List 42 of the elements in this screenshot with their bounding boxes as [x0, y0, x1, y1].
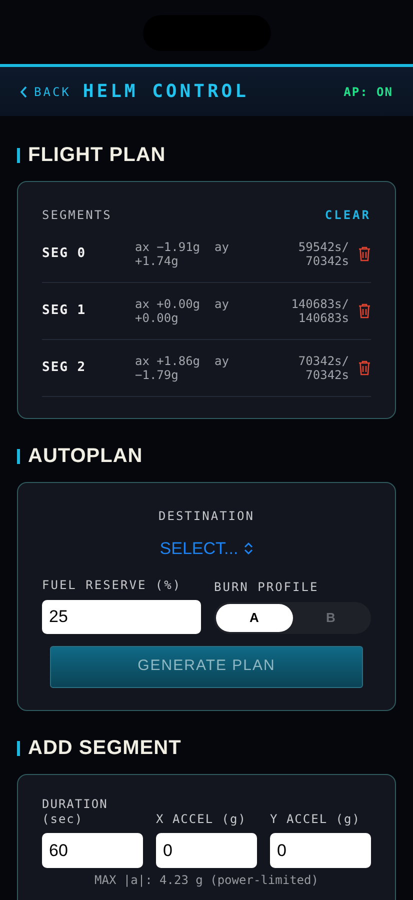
segment-time: 140683s/ 140683s — [290, 297, 349, 325]
segment-name: SEG 0 — [42, 245, 88, 264]
delete-button[interactable] — [358, 303, 371, 319]
screen-title: HELM CONTROL — [82, 80, 249, 104]
segment-tab[interactable]: A — [216, 604, 292, 632]
destination-picker[interactable]: SELECT... — [160, 536, 254, 562]
autopilot-status: AP: ON — [344, 84, 393, 100]
list-label: SEGMENTS — [42, 207, 112, 224]
number-input[interactable]: 0 — [270, 833, 371, 868]
field-label: X ACCEL (g) — [156, 812, 248, 827]
acceleration-limit-note: MAX |a|: 4.23 g (power-limited) — [94, 873, 320, 887]
segment-time: 59542s/ 70342s — [297, 240, 349, 268]
trash-icon — [358, 246, 371, 262]
section-title: ADD SEGMENT — [28, 738, 182, 758]
segment-acceleration: ax −1.91g ay +1.74g — [135, 240, 230, 268]
field-label: Y ACCEL (g) — [270, 812, 362, 827]
back-button[interactable]: BACK — [20, 82, 71, 100]
accent-bar — [17, 740, 20, 756]
segment-name: SEG 1 — [42, 302, 88, 320]
generate-plan-button[interactable]: GENERATE PLAN — [50, 646, 363, 688]
segment-acceleration: ax +0.00g ay +0.00g — [135, 297, 230, 325]
number-input[interactable]: 0 — [156, 833, 257, 868]
field-label: FUEL RESERVE (%) — [42, 576, 183, 594]
trash-icon — [358, 303, 371, 319]
field-label: BURN PROFILE — [214, 578, 320, 596]
up-down-chevron-icon — [244, 542, 254, 556]
section-title: FLIGHT PLAN — [28, 145, 166, 165]
number-input[interactable]: 60 — [42, 833, 143, 868]
trash-icon — [358, 360, 371, 376]
chevron-left-icon — [20, 86, 28, 98]
section-title: AUTOPLAN — [28, 446, 143, 466]
clear-button[interactable]: CLEAR — [324, 206, 371, 224]
fuel-reserve-input[interactable]: 25 — [42, 600, 201, 634]
segment-name: SEG 2 — [42, 359, 88, 378]
segment-time: 70342s/ 70342s — [297, 354, 349, 382]
delete-button[interactable] — [358, 360, 371, 376]
delete-button[interactable] — [358, 246, 371, 262]
accent-bar — [17, 148, 20, 162]
field-label: DURATION (sec) — [42, 797, 109, 827]
accent-bar — [17, 448, 20, 464]
field-label: DESTINATION — [158, 508, 256, 525]
segment-acceleration: ax +1.86g ay −1.79g — [135, 354, 230, 382]
